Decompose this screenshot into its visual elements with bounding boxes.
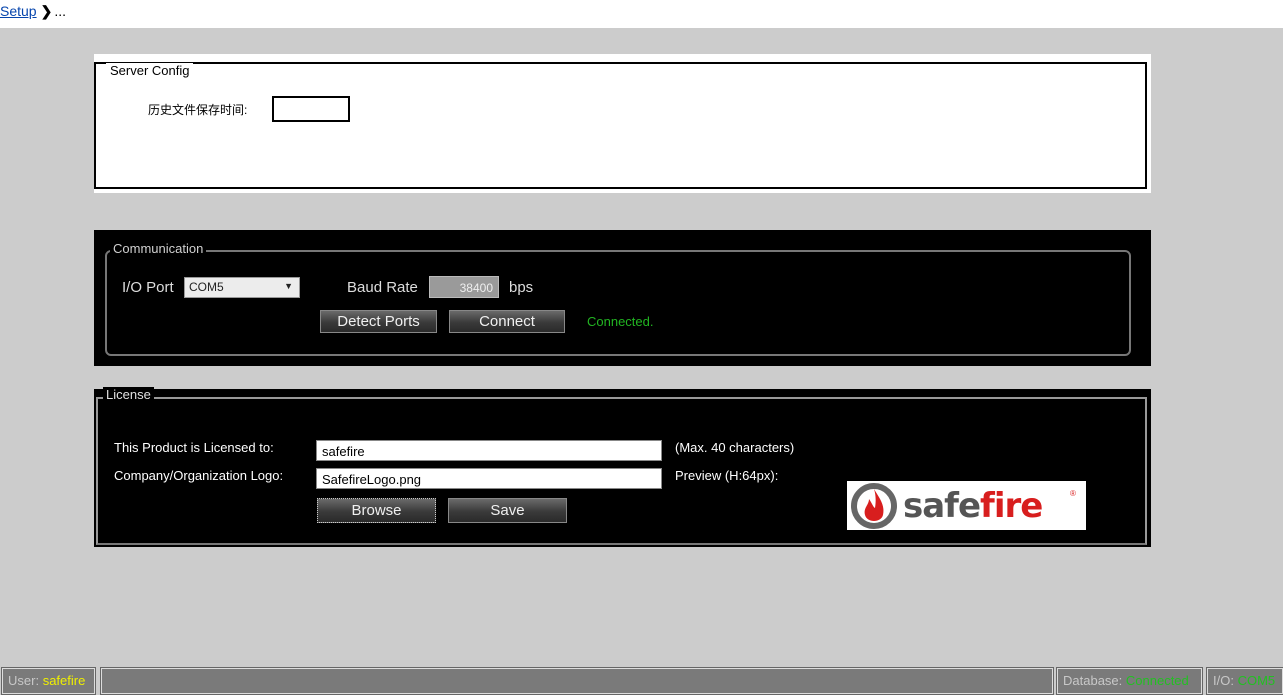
logo-wordmark: safefire (903, 486, 1043, 526)
safefire-logo-preview: safefire ® (847, 481, 1086, 530)
status-user-value: safefire (42, 673, 86, 688)
licensed-to-input[interactable]: safefire (316, 440, 662, 461)
chevron-right-icon: ❯ (40, 3, 53, 19)
server-config-frame: Server Config 历史文件保存时间: (94, 62, 1147, 189)
baud-rate-label: Baud Rate (347, 279, 418, 296)
baud-rate-input[interactable]: 38400 (429, 276, 499, 298)
io-port-value: COM5 (189, 280, 224, 294)
status-message-cell (100, 667, 1054, 695)
communication-panel: Communication I/O Port COM5 ▼ Baud Rate … (94, 230, 1151, 366)
status-bar: User: safefire Database: Connected I/O: … (0, 665, 1283, 695)
status-user-label: User: (8, 673, 40, 688)
history-retention-label: 历史文件保存时间: (148, 103, 248, 117)
breadcrumb-setup-link[interactable]: Setup (0, 3, 37, 19)
history-retention-input[interactable] (272, 96, 350, 122)
breadcrumb: Setup ❯... (0, 3, 66, 20)
licensed-to-label: This Product is Licensed to: (114, 440, 274, 455)
connection-status: Connected. (587, 314, 654, 329)
status-io-label: I/O: (1213, 673, 1234, 688)
status-user-cell: User: safefire (1, 667, 96, 695)
registered-mark: ® (1070, 489, 1076, 498)
license-legend: License (103, 387, 154, 402)
server-config-panel: Server Config 历史文件保存时间: (94, 54, 1151, 193)
save-button[interactable]: Save (448, 498, 567, 523)
status-database-value: Connected (1125, 673, 1189, 688)
io-port-select[interactable]: COM5 ▼ (184, 277, 300, 298)
chevron-down-icon: ▼ (284, 281, 293, 291)
status-database-cell: Database: Connected (1056, 667, 1203, 695)
status-database-label: Database: (1063, 673, 1123, 688)
browse-button[interactable]: Browse (317, 498, 436, 523)
io-port-label: I/O Port (122, 279, 174, 296)
logo-file-input[interactable]: SafefireLogo.png (316, 468, 662, 489)
preview-hint: Preview (H:64px): (675, 468, 779, 483)
communication-frame (105, 250, 1131, 356)
flame-icon (851, 483, 897, 529)
connect-button[interactable]: Connect (449, 310, 565, 333)
communication-legend: Communication (110, 241, 207, 256)
license-panel: License This Product is Licensed to: saf… (94, 387, 1151, 547)
top-bar: Setup ❯... (0, 0, 1283, 28)
detect-ports-button[interactable]: Detect Ports (320, 310, 437, 333)
server-config-legend: Server Config (106, 63, 194, 78)
breadcrumb-current: ... (54, 3, 66, 19)
bps-label: bps (509, 279, 534, 296)
max-characters-hint: (Max. 40 characters) (675, 440, 795, 455)
status-io-value: COM5 (1237, 673, 1276, 688)
status-io-cell: I/O: COM5 (1206, 667, 1283, 695)
logo-label: Company/Organization Logo: (114, 468, 284, 483)
